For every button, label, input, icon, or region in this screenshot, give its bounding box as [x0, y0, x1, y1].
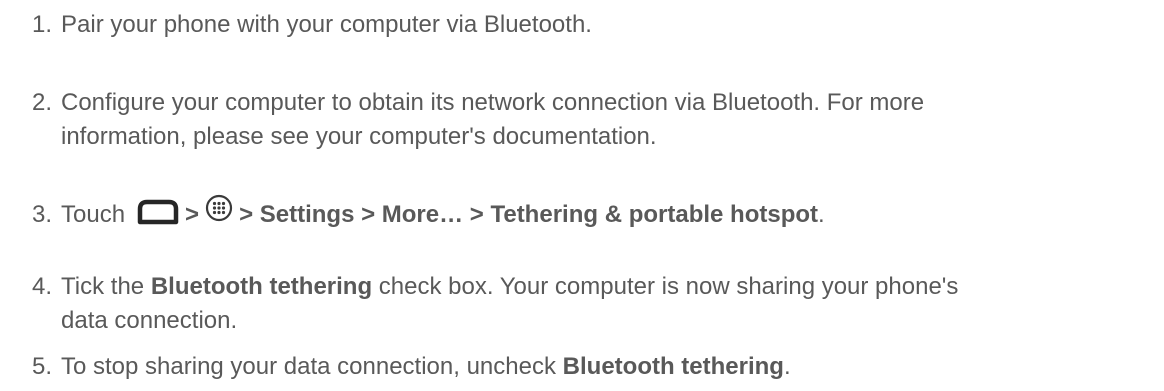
step-number: 2. [31, 89, 52, 116]
step-line: information, please see your computer's … [61, 123, 657, 150]
step-text: Configure your computer to obtain its ne… [61, 86, 1161, 154]
step-number: 4. [31, 273, 52, 300]
step-text: Tick the Bluetooth tethering check box. … [61, 270, 1161, 338]
step-text-pre: Tick the [61, 273, 151, 300]
step-line: Tick the Bluetooth tethering check box. … [61, 270, 1161, 304]
step-text: To stop sharing your data connection, un… [61, 350, 1161, 384]
bluetooth-tethering-label: Bluetooth tethering [150, 273, 373, 300]
bluetooth-tethering-label: Bluetooth tethering [562, 353, 784, 380]
home-icon [137, 199, 179, 225]
step-number: 5. [31, 353, 52, 380]
sentence-end: . [783, 353, 791, 380]
step-text-pre: To stop sharing your data connection, un… [61, 353, 563, 380]
step-line: To stop sharing your data connection, un… [61, 350, 1161, 384]
sentence-end: . [818, 201, 825, 228]
step-line: Configure your computer to obtain its ne… [61, 89, 925, 116]
touch-label: Touch [61, 201, 126, 228]
step-text-post: check box. Your computer is now sharing … [372, 273, 959, 300]
apps-icon [205, 194, 233, 222]
step-line: Touch > > Settings > More… > Tethering &… [61, 194, 1161, 232]
step-text: Pair your phone with your computer via B… [61, 8, 1161, 42]
step-line: data connection. [61, 307, 238, 334]
path-separator: > [185, 201, 200, 228]
step-text: Touch > > Settings > More… > Tethering &… [61, 194, 1161, 232]
settings-path: > Settings > More… > Tethering & portabl… [239, 201, 819, 228]
step-line: Pair your phone with your computer via B… [61, 11, 592, 38]
step-number: 3. [31, 201, 52, 228]
step-number: 1. [31, 11, 52, 38]
instruction-list: 1. Pair your phone with your computer vi… [0, 0, 1164, 391]
